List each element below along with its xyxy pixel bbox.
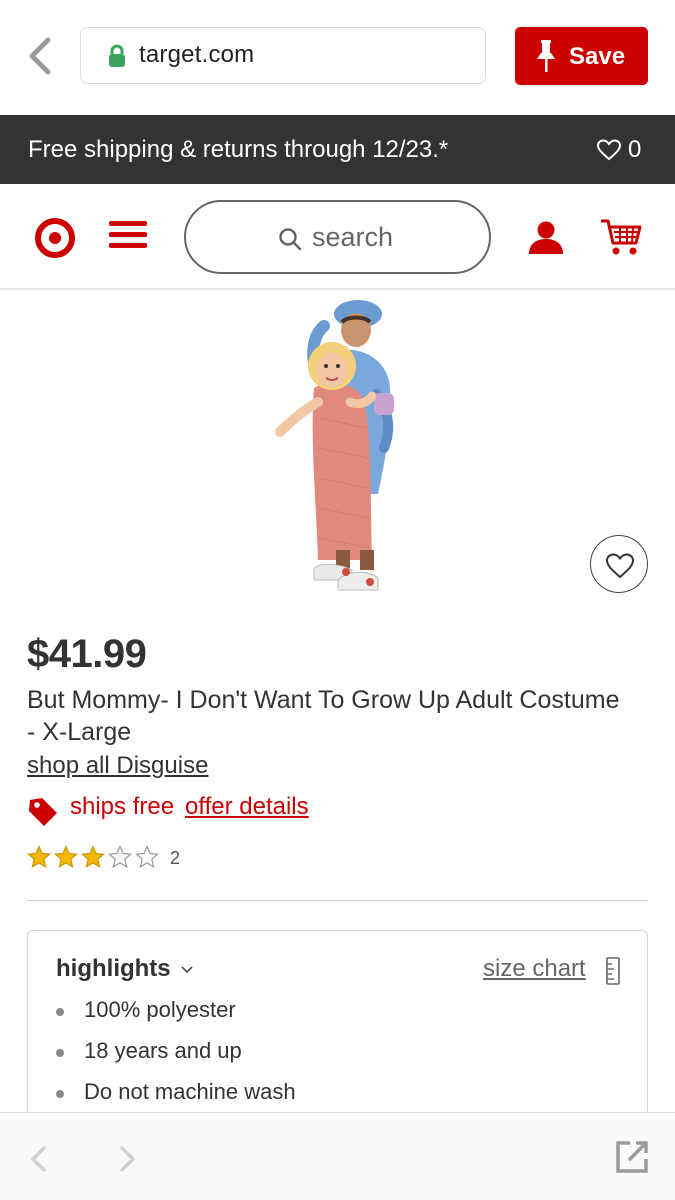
heart-icon[interactable] (597, 139, 621, 161)
menu-icon[interactable] (109, 221, 147, 253)
product-price: $41.99 (27, 632, 147, 676)
rating-stars[interactable]: 2 (27, 845, 227, 871)
review-count: 2 (170, 848, 181, 868)
target-logo[interactable] (35, 218, 75, 258)
promo-banner: Free shipping & returns through 12/23.* … (0, 115, 675, 184)
pin-icon (537, 40, 555, 72)
favorite-button[interactable] (590, 535, 648, 593)
account-icon[interactable] (527, 220, 565, 256)
save-button[interactable]: Save (515, 27, 648, 85)
highlight-text: 18 years and up (84, 1038, 242, 1063)
share-icon[interactable] (614, 1139, 650, 1175)
star-filled-icon (27, 845, 51, 869)
tag-icon (29, 798, 57, 826)
favorites-count: 0 (628, 136, 642, 163)
shop-all-brand-link[interactable]: shop all Disguise (27, 752, 208, 780)
url-text: target.com (139, 41, 255, 68)
search-placeholder: search (312, 222, 394, 252)
nav-forward-icon[interactable] (118, 1145, 138, 1173)
cart-icon[interactable] (600, 217, 642, 257)
divider (27, 900, 648, 901)
highlights-title[interactable]: highlights (56, 955, 171, 983)
lock-icon (109, 44, 125, 67)
url-bar[interactable]: target.com (80, 27, 486, 84)
ruler-icon[interactable] (606, 957, 620, 985)
chevron-down-icon[interactable] (180, 965, 194, 975)
highlight-text: Do not machine wash (84, 1079, 296, 1104)
size-chart-link[interactable]: size chart (483, 955, 586, 983)
star-empty-icon (135, 845, 159, 869)
search-input[interactable]: search (184, 200, 491, 274)
shipping-row: ships free offer details (27, 792, 427, 828)
highlight-text: 100% polyester (84, 997, 236, 1022)
star-filled-icon (81, 845, 105, 869)
heart-icon (605, 553, 635, 579)
highlights-section: highlights size chart 100% polyester 18 … (27, 930, 648, 1130)
browser-toolbar (0, 1112, 675, 1200)
save-label: Save (569, 43, 626, 70)
promo-text[interactable]: Free shipping & returns through 12/23.* (28, 136, 448, 164)
nav-back-icon[interactable] (28, 1145, 48, 1173)
star-filled-icon (54, 845, 78, 869)
offer-details-link[interactable]: offer details (185, 793, 309, 821)
highlight-item: 100% polyester (56, 997, 296, 1038)
highlight-item: 18 years and up (56, 1038, 296, 1079)
browser-bar: target.com Save (0, 0, 675, 115)
back-arrow-icon[interactable] (24, 36, 56, 76)
highlights-list: 100% polyester 18 years and up Do not ma… (56, 997, 296, 1120)
ships-free-text: ships free (70, 793, 175, 820)
site-nav: search (0, 184, 675, 290)
product-image[interactable] (260, 298, 430, 600)
product-title: But Mommy- I Don't Want To Grow Up Adult… (27, 686, 620, 746)
star-empty-icon (108, 845, 132, 869)
search-icon (279, 228, 302, 251)
